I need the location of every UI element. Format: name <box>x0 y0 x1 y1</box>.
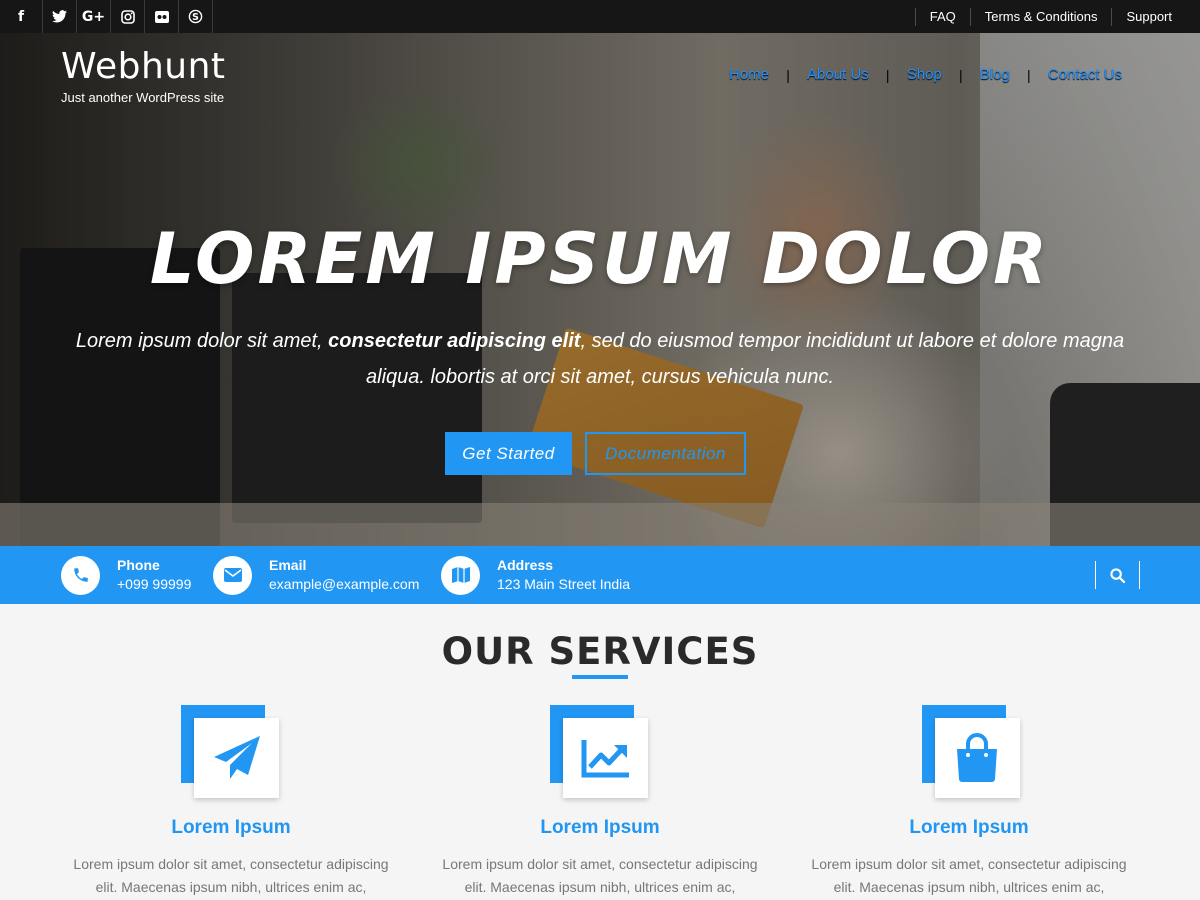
line-chart-icon <box>563 718 648 798</box>
top-bar: f G+ S FAQ Terms & Conditions Support <box>0 0 1200 33</box>
hero-subtitle-text: Lorem ipsum dolor sit amet, <box>75 330 329 352</box>
faq-link[interactable]: FAQ <box>914 7 970 26</box>
service-card: Lorem Ipsum Lorem ipsum dolor sit amet, … <box>430 705 770 899</box>
nav-separator: | <box>786 66 790 83</box>
address-value: 123 Main Street India <box>497 576 631 592</box>
paper-plane-icon <box>194 718 279 798</box>
map-icon <box>441 555 480 595</box>
service-icon-box <box>921 705 1020 800</box>
hero-subtitle: Lorem ipsum dolor sit amet, consectetur … <box>60 323 1140 395</box>
phone-label: Phone <box>117 557 160 573</box>
hero-title: LOREM IPSUM DOLOR <box>149 218 1051 300</box>
service-description: Lorem ipsum dolor sit amet, consectetur … <box>61 853 401 899</box>
address-info: Address 123 Main Street India <box>441 546 630 604</box>
service-icon-box <box>181 705 281 800</box>
nav-separator: | <box>885 66 890 83</box>
service-description-line: elit. Maecenas ipsum nibh, ultrices enim… <box>833 879 1105 895</box>
nav-item-blog[interactable]: Blog <box>980 66 1010 83</box>
service-description-line: Lorem ipsum dolor sit amet, consectetur … <box>811 856 1127 872</box>
service-description-line: Lorem ipsum dolor sit amet, consectetur … <box>442 856 758 872</box>
site-title[interactable]: Webhunt <box>61 47 226 87</box>
instagram-icon[interactable] <box>111 0 145 33</box>
nav-item-shop[interactable]: Shop <box>907 66 942 83</box>
nav-separator: | <box>1026 66 1031 83</box>
top-links: FAQ Terms & Conditions Support <box>914 0 1200 33</box>
facebook-icon[interactable]: f <box>0 0 43 33</box>
nav-item-about-us[interactable]: About Us <box>807 66 869 83</box>
site-branding: Webhunt Just another WordPress site <box>61 47 226 106</box>
email-info: Email example@example.com <box>213 546 419 604</box>
get-started-button[interactable]: Get Started <box>445 432 572 475</box>
site-tagline: Just another WordPress site <box>61 90 225 105</box>
service-description: Lorem ipsum dolor sit amet, consectetur … <box>799 853 1139 899</box>
services-heading: OUR SERVICES <box>441 630 759 673</box>
service-title[interactable]: Lorem Ipsum <box>430 817 770 839</box>
search-icon <box>1110 567 1125 583</box>
social-links: f G+ S <box>0 0 213 33</box>
hero-subtitle-bold: consectetur adipiscing elit <box>328 330 581 352</box>
contact-info-bar: Phone +099 99999 Email example@example.c… <box>0 546 1200 604</box>
service-description: Lorem ipsum dolor sit amet, consectetur … <box>430 853 770 899</box>
address-label: Address <box>497 557 554 573</box>
service-icon-box <box>550 705 650 800</box>
documentation-button[interactable]: Documentation <box>585 432 746 475</box>
search-toggle-button[interactable] <box>1095 561 1140 589</box>
email-value[interactable]: example@example.com <box>269 575 419 594</box>
service-title[interactable]: Lorem Ipsum <box>799 817 1139 839</box>
terms-link[interactable]: Terms & Conditions <box>969 7 1112 26</box>
service-card: Lorem Ipsum Lorem ipsum dolor sit amet, … <box>799 705 1139 899</box>
nav-item-contact-us[interactable]: Contact Us <box>1048 66 1122 83</box>
support-link[interactable]: Support <box>1111 7 1186 26</box>
email-label: Email <box>269 557 307 573</box>
envelope-icon <box>213 555 252 595</box>
service-title[interactable]: Lorem Ipsum <box>61 817 401 839</box>
shopping-bag-icon <box>934 718 1020 798</box>
twitter-icon[interactable] <box>43 0 77 33</box>
service-description-line: elit. Maecenas ipsum nibh, ultrices enim… <box>95 879 367 895</box>
service-description-line: elit. Maecenas ipsum nibh, ultrices enim… <box>464 879 736 895</box>
service-description-line: Lorem ipsum dolor sit amet, consectetur … <box>73 856 389 872</box>
phone-info: Phone +099 99999 <box>61 546 191 604</box>
heading-underline <box>572 675 628 679</box>
google-plus-icon[interactable]: G+ <box>77 0 111 33</box>
flickr-icon[interactable] <box>145 0 179 33</box>
skype-icon[interactable]: S <box>179 0 213 33</box>
nav-separator: | <box>958 66 963 83</box>
service-card: Lorem Ipsum Lorem ipsum dolor sit amet, … <box>61 705 401 899</box>
phone-icon <box>61 555 100 595</box>
svg-text:S: S <box>192 12 199 23</box>
main-navigation: Home | About Us | Shop | Blog | Contact … <box>729 66 1122 83</box>
nav-item-home[interactable]: Home <box>729 66 769 83</box>
phone-value: +099 99999 <box>117 576 192 592</box>
